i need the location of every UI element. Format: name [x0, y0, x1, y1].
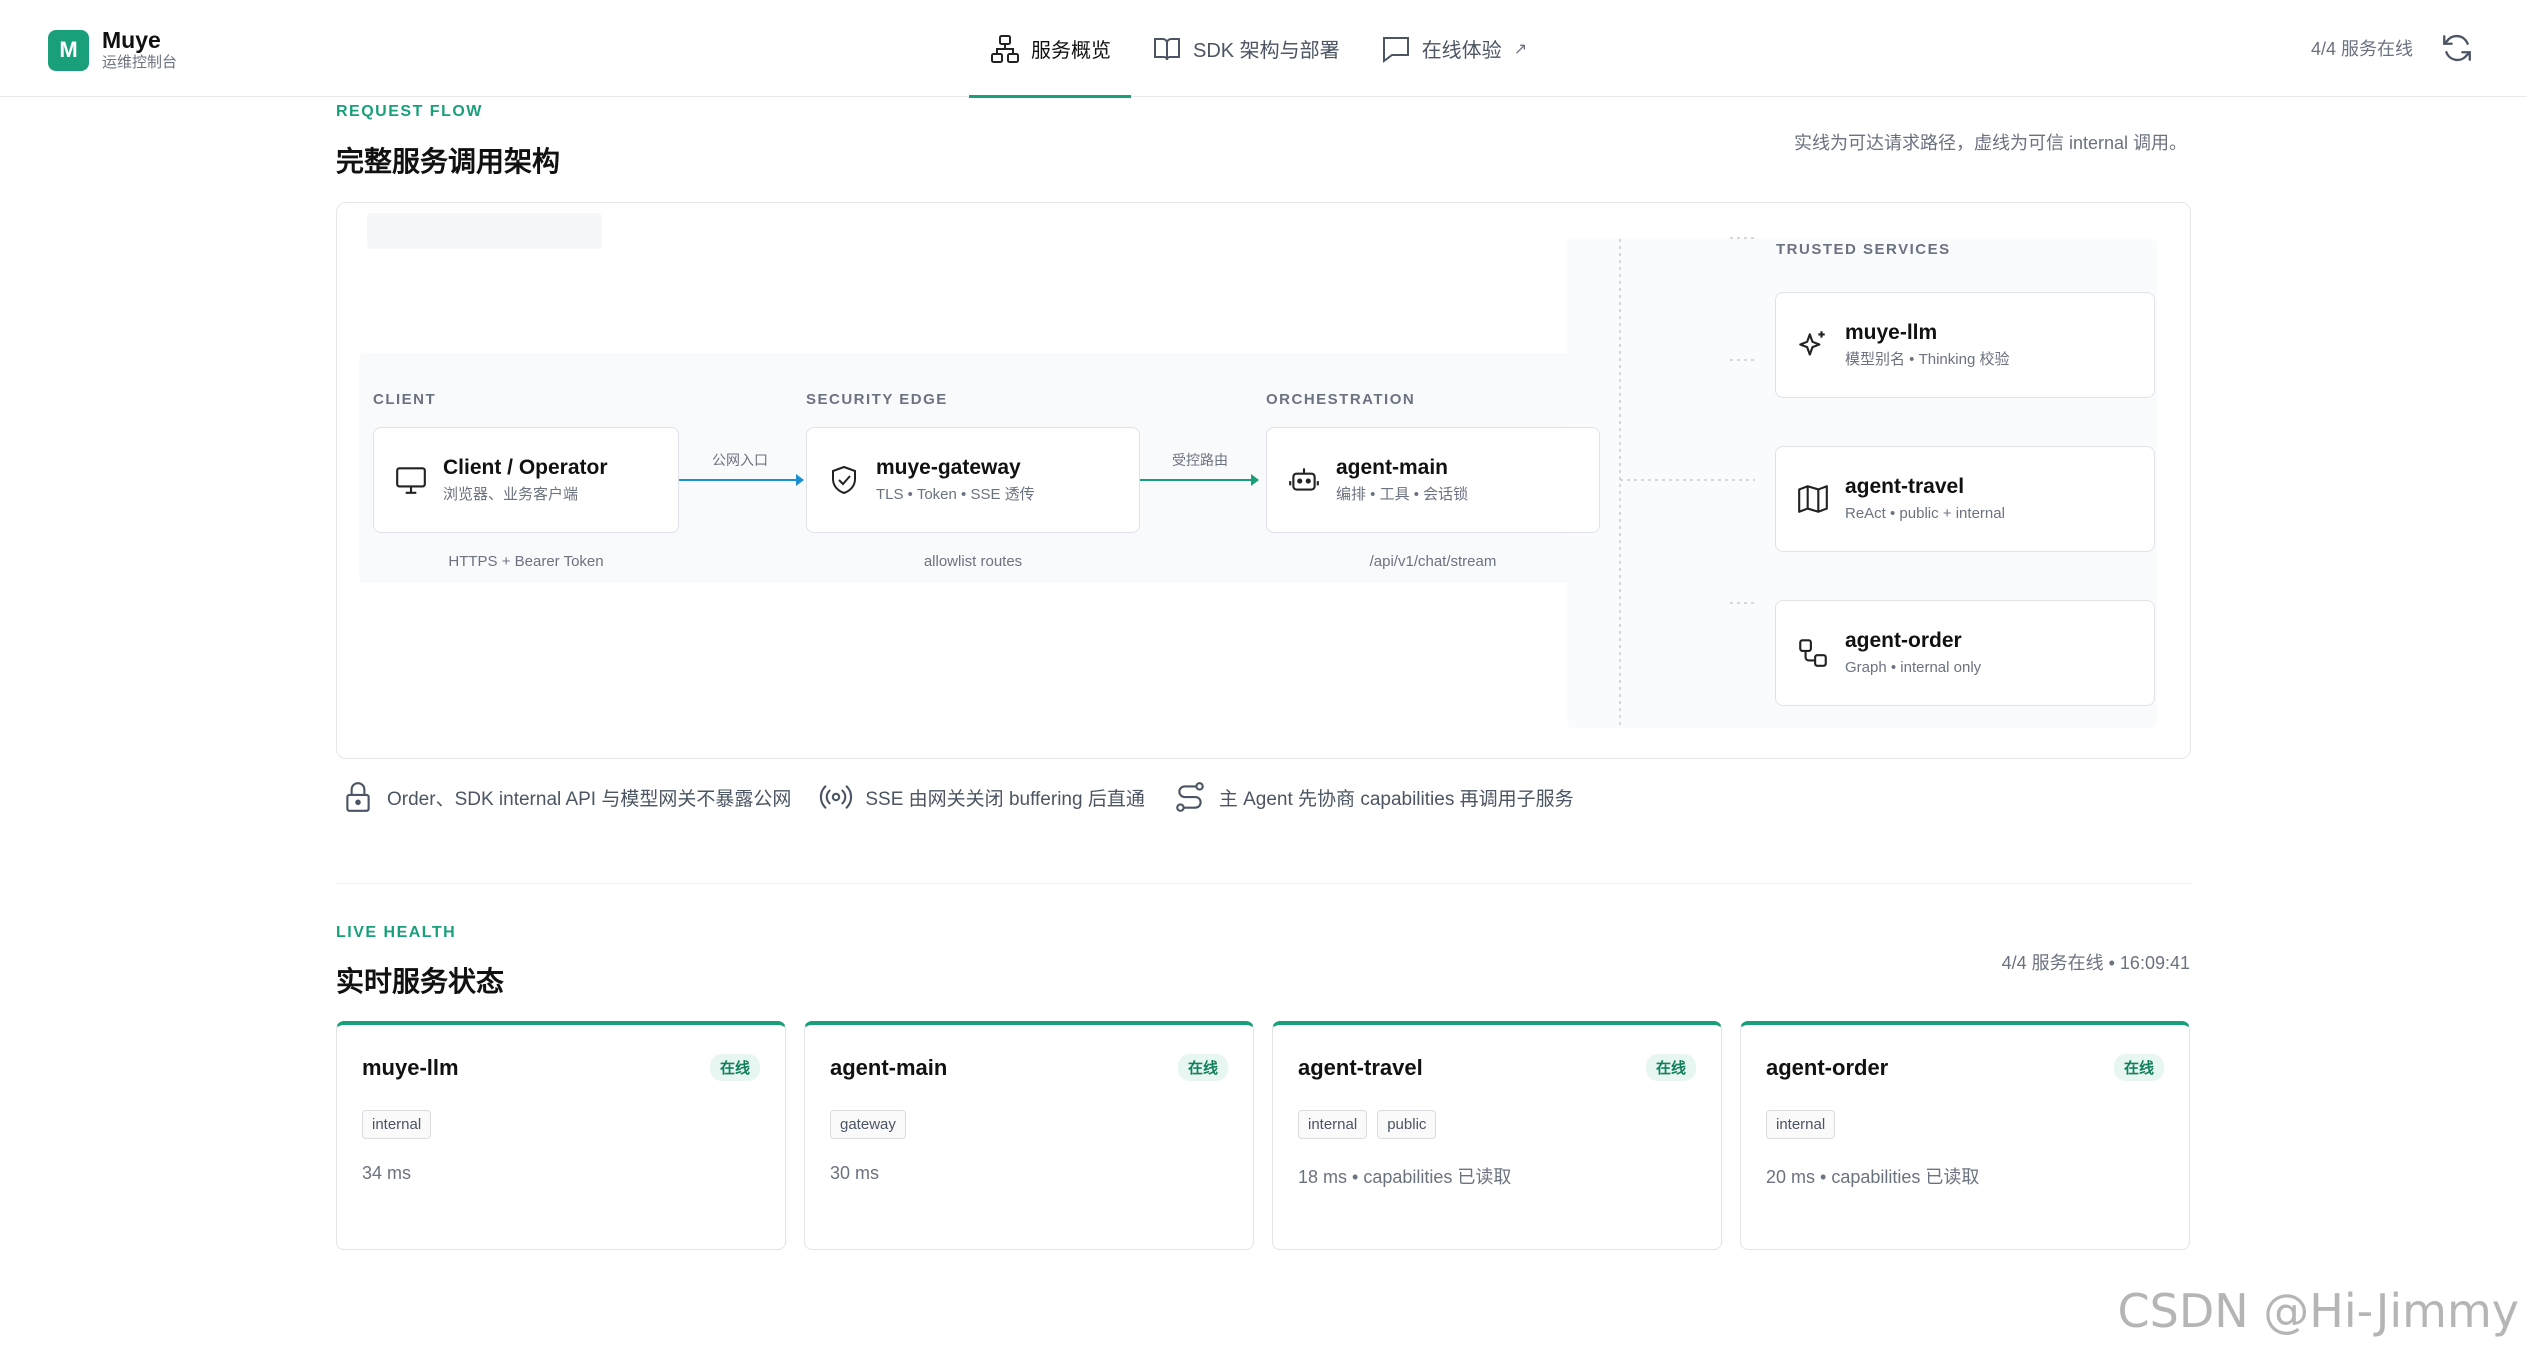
- live-health-title: 实时服务状态: [336, 966, 505, 997]
- workflow-icon: [1795, 635, 1831, 671]
- edge-label-public-entry: 公网入口: [712, 452, 768, 468]
- map-icon: [1795, 481, 1831, 517]
- status-badge: 在线: [709, 1054, 760, 1081]
- footnote-text: 主 Agent 先协商 capabilities 再调用子服务: [1218, 788, 1574, 810]
- live-health-eyebrow: LIVE HEALTH: [336, 924, 457, 941]
- main-nav: 服务概览 SDK 架构与部署 在线体验 ↗: [969, 0, 1547, 98]
- node-subtitle: 模型别名 • Thinking 校验: [1845, 350, 2010, 368]
- column-label-trusted: TRUSTED SERVICES: [1776, 241, 1951, 258]
- service-card-agent-travel[interactable]: agent-travel 在线 internal public 18 ms • …: [1272, 1021, 1722, 1250]
- footnote-item: 主 Agent 先协商 capabilities 再调用子服务: [1173, 780, 1574, 814]
- node-gateway[interactable]: muye-gateway TLS • Token • SSE 透传: [806, 427, 1140, 533]
- request-flow-note: 实线为可达请求路径，虚线为可信 internal 调用。: [1793, 133, 2187, 153]
- node-title: muye-gateway: [876, 455, 1021, 479]
- tab-label: SDK 架构与部署: [1193, 40, 1340, 62]
- tab-sdk-architecture[interactable]: SDK 架构与部署: [1131, 0, 1360, 97]
- node-caption: /api/v1/chat/stream: [1369, 553, 1497, 570]
- column-label-orchestration: ORCHESTRATION: [1266, 391, 1416, 408]
- architecture-diagram: CLIENT SECURITY EDGE ORCHESTRATION TRUST…: [336, 202, 2191, 759]
- live-health-summary: 4/4 服务在线 • 16:09:41: [2001, 953, 2190, 973]
- monitor-icon: [393, 462, 429, 498]
- brand-name: Muye: [102, 27, 161, 53]
- top-bar: M Muye 运维控制台 服务概览 SDK 架构与部署 在线体验 ↗ 4/4 服…: [0, 0, 2527, 98]
- service-cards: muye-llm 在线 internal 34 ms agent-main 在线…: [336, 1021, 2208, 1250]
- node-agent-travel[interactable]: agent-travel ReAct • public + internal: [1775, 446, 2155, 552]
- request-flow-title: 完整服务调用架构: [336, 146, 561, 177]
- book-icon: [1151, 33, 1183, 65]
- node-subtitle: TLS • Token • SSE 透传: [876, 485, 1035, 503]
- tab-online-demo[interactable]: 在线体验 ↗: [1360, 0, 1547, 97]
- footnote-item: Order、SDK internal API 与模型网关不暴露公网: [341, 780, 791, 814]
- footnote-item: SSE 由网关关闭 buffering 后直通: [819, 780, 1145, 814]
- node-subtitle: ReAct • public + internal: [1845, 504, 2005, 522]
- shield-icon: [826, 462, 862, 498]
- network-icon: [989, 33, 1021, 65]
- chat-icon: [1380, 33, 1412, 65]
- service-meta: 18 ms • capabilities 已读取: [1298, 1167, 1512, 1187]
- node-agent-main[interactable]: agent-main 编排 • 工具 • 会话锁: [1266, 427, 1600, 533]
- service-meta: 20 ms • capabilities 已读取: [1766, 1167, 1980, 1187]
- node-title: agent-travel: [1845, 474, 1965, 498]
- tab-label: 服务概览: [1031, 40, 1111, 62]
- node-muye-llm[interactable]: muye-llm 模型别名 • Thinking 校验: [1775, 292, 2155, 398]
- column-label-security: SECURITY EDGE: [806, 391, 948, 408]
- route-icon: [1173, 780, 1207, 814]
- status-badge: 在线: [1645, 1054, 1696, 1081]
- service-card-agent-main[interactable]: agent-main 在线 gateway 30 ms: [804, 1021, 1254, 1250]
- column-label-client: CLIENT: [373, 391, 437, 408]
- refresh-icon: [2443, 34, 2471, 62]
- service-card-agent-order[interactable]: agent-order 在线 internal 20 ms • capabili…: [1740, 1021, 2190, 1250]
- architecture-footnotes: Order、SDK internal API 与模型网关不暴露公网 SSE 由网…: [341, 780, 1602, 814]
- refresh-button[interactable]: [2437, 28, 2477, 68]
- node-caption: HTTPS + Bearer Token: [448, 553, 604, 570]
- request-flow-eyebrow: REQUEST FLOW: [336, 103, 483, 120]
- node-subtitle: 浏览器、业务客户端: [443, 485, 579, 503]
- service-name: muye-llm: [362, 1055, 459, 1080]
- node-title: agent-order: [1845, 628, 1962, 652]
- lock-icon: [341, 780, 375, 814]
- tab-label: 在线体验: [1421, 40, 1502, 62]
- external-link-icon: ↗: [1513, 40, 1528, 58]
- service-name: agent-order: [1766, 1055, 1889, 1080]
- service-name: agent-main: [830, 1055, 948, 1080]
- section-divider: [336, 883, 2191, 884]
- service-name: agent-travel: [1298, 1055, 1423, 1080]
- service-meta: 34 ms: [362, 1163, 412, 1183]
- service-tag: internal: [1766, 1110, 1836, 1139]
- node-title: Client / Operator: [443, 455, 608, 479]
- brand-logo: M: [48, 29, 89, 71]
- broadcast-icon: [819, 780, 853, 814]
- node-caption: allowlist routes: [923, 553, 1023, 570]
- service-tag: internal: [362, 1110, 432, 1139]
- service-card-muye-llm[interactable]: muye-llm 在线 internal 34 ms: [336, 1021, 786, 1250]
- footnote-text: Order、SDK internal API 与模型网关不暴露公网: [387, 788, 792, 810]
- edge-label-controlled-route: 受控路由: [1172, 452, 1228, 468]
- bot-icon: [1286, 462, 1322, 498]
- service-tag: internal: [1298, 1110, 1368, 1139]
- tab-service-overview[interactable]: 服务概览: [969, 0, 1131, 98]
- node-agent-order[interactable]: agent-order Graph • internal only: [1775, 600, 2155, 706]
- brand-subtitle: 运维控制台: [102, 54, 178, 71]
- node-subtitle: 编排 • 工具 • 会话锁: [1336, 485, 1469, 503]
- status-badge: 在线: [1177, 1054, 1228, 1081]
- status-badge: 在线: [2113, 1054, 2164, 1081]
- service-tag: public: [1377, 1110, 1437, 1139]
- brand[interactable]: M Muye 运维控制台: [48, 27, 177, 73]
- online-count: 4/4 服务在线: [2310, 39, 2413, 59]
- node-title: muye-llm: [1845, 320, 1938, 344]
- sparkles-icon: [1795, 327, 1831, 363]
- service-meta: 30 ms: [830, 1163, 880, 1183]
- watermark: CSDN @Hi-Jimmy: [2117, 1284, 2520, 1338]
- node-title: agent-main: [1336, 455, 1449, 479]
- service-tag: gateway: [830, 1110, 906, 1139]
- footnote-text: SSE 由网关关闭 buffering 后直通: [865, 788, 1145, 810]
- node-subtitle: Graph • internal only: [1845, 658, 1982, 676]
- node-client[interactable]: Client / Operator 浏览器、业务客户端: [373, 427, 679, 533]
